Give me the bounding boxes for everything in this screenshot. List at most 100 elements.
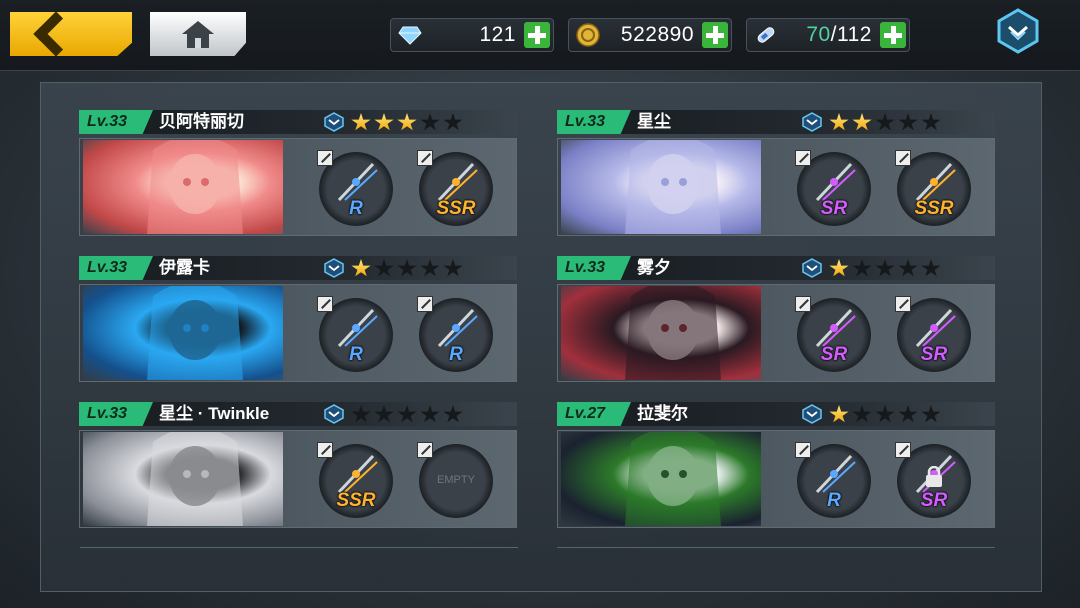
class-icon [324, 404, 344, 424]
gold-coin-icon [575, 22, 601, 48]
weapon-rank-label: SR [920, 490, 948, 511]
weapon-slot[interactable]: SR [795, 150, 873, 228]
weapon-slot[interactable]: R [317, 296, 395, 374]
top-bar: 121 522890 70/112 [0, 0, 1080, 71]
diamond-counter: 121 [390, 18, 554, 52]
star-icon [852, 259, 872, 277]
level-badge: Lv.33 [79, 402, 153, 426]
portrait-art [625, 432, 721, 526]
home-button[interactable] [150, 12, 246, 56]
menu-button[interactable] [995, 8, 1041, 54]
character-card[interactable]: Lv.33 伊露卡 R R [79, 256, 517, 382]
diamond-icon [397, 22, 423, 48]
weapon-rank-label: SR [820, 344, 848, 365]
class-icon [802, 112, 822, 132]
star-icon [443, 405, 463, 423]
character-portrait [561, 140, 761, 234]
level-badge: Lv.33 [557, 256, 631, 280]
star-icon [852, 405, 872, 423]
character-name: 拉斐尔 [637, 404, 688, 423]
star-icon [397, 113, 417, 131]
character-portrait [83, 140, 283, 234]
star-icon [420, 259, 440, 277]
star-icon [443, 259, 463, 277]
star-rating [351, 259, 463, 278]
class-icon [802, 258, 822, 278]
star-icon [898, 405, 918, 423]
star-icon [875, 259, 895, 277]
class-icon [324, 112, 344, 132]
add-stamina-button[interactable] [880, 22, 906, 48]
star-icon [374, 259, 394, 277]
weapon-slot[interactable]: SR [795, 296, 873, 374]
add-gold-button[interactable] [702, 22, 728, 48]
back-button[interactable] [10, 12, 132, 56]
class-icon [802, 404, 822, 424]
character-card[interactable]: Lv.33 贝阿特丽切 R SSR [79, 110, 517, 236]
weapon-slot[interactable]: EMPTY [417, 442, 495, 520]
character-card[interactable]: Lv.27 拉斐尔 R SR [557, 402, 995, 528]
character-name: 雾夕 [637, 258, 671, 277]
star-icon [420, 113, 440, 131]
weapon-slot[interactable]: R [795, 442, 873, 520]
weapon-rank-label: SSR [436, 198, 476, 219]
portrait-art [147, 286, 243, 380]
level-badge: Lv.27 [557, 402, 631, 426]
weapon-slot[interactable]: SR [895, 442, 973, 520]
portrait-art [147, 432, 243, 526]
star-icon [397, 259, 417, 277]
star-icon [921, 405, 941, 423]
weapon-slot[interactable]: SSR [895, 150, 973, 228]
character-name: 贝阿特丽切 [159, 112, 244, 131]
portrait-art [625, 140, 721, 234]
star-icon [351, 405, 371, 423]
gold-counter: 522890 [568, 18, 732, 52]
lock-icon [926, 466, 942, 487]
level-badge: Lv.33 [557, 110, 631, 134]
divider [557, 547, 995, 548]
home-icon [182, 21, 214, 48]
weapon-rank-label: SR [820, 198, 848, 219]
star-rating [829, 405, 941, 424]
character-name: 伊露卡 [159, 258, 210, 277]
weapon-rank-label: R [349, 344, 363, 365]
star-icon [898, 259, 918, 277]
star-icon [351, 259, 371, 277]
character-portrait [561, 286, 761, 380]
star-icon [898, 113, 918, 131]
weapon-type-icon [417, 442, 433, 458]
star-rating [829, 259, 941, 278]
character-card[interactable]: Lv.33 星尘 · Twinkle SSR EMPTY [79, 402, 517, 528]
character-name: 星尘 · Twinkle [159, 404, 270, 423]
weapon-rank-label: SSR [914, 198, 954, 219]
weapon-slot[interactable]: R [317, 150, 395, 228]
gold-amount: 522890 [620, 23, 694, 46]
character-card[interactable]: Lv.33 星尘 SR SSR [557, 110, 995, 236]
star-icon [397, 405, 417, 423]
star-rating [351, 405, 463, 424]
class-icon [324, 258, 344, 278]
weapon-slot[interactable]: SSR [317, 442, 395, 520]
weapon-rank-label: R [827, 490, 841, 511]
star-icon [852, 113, 872, 131]
weapon-slot[interactable]: SR [895, 296, 973, 374]
character-portrait [561, 432, 761, 526]
stamina-counter: 70/112 [746, 18, 910, 52]
divider [80, 547, 518, 548]
weapon-slot[interactable]: SSR [417, 150, 495, 228]
portrait-art [625, 286, 721, 380]
level-badge: Lv.33 [79, 110, 153, 134]
star-rating [351, 113, 463, 132]
star-icon [921, 113, 941, 131]
star-icon [829, 113, 849, 131]
character-card[interactable]: Lv.33 雾夕 SR SR [557, 256, 995, 382]
character-portrait [83, 432, 283, 526]
star-icon [374, 113, 394, 131]
add-diamond-button[interactable] [524, 22, 550, 48]
weapon-rank-label: SSR [336, 490, 376, 511]
weapon-slot[interactable]: R [417, 296, 495, 374]
expand-menu-icon [997, 8, 1039, 54]
stamina-icon [753, 22, 779, 48]
star-icon [351, 113, 371, 131]
diamond-amount: 121 [479, 23, 516, 46]
